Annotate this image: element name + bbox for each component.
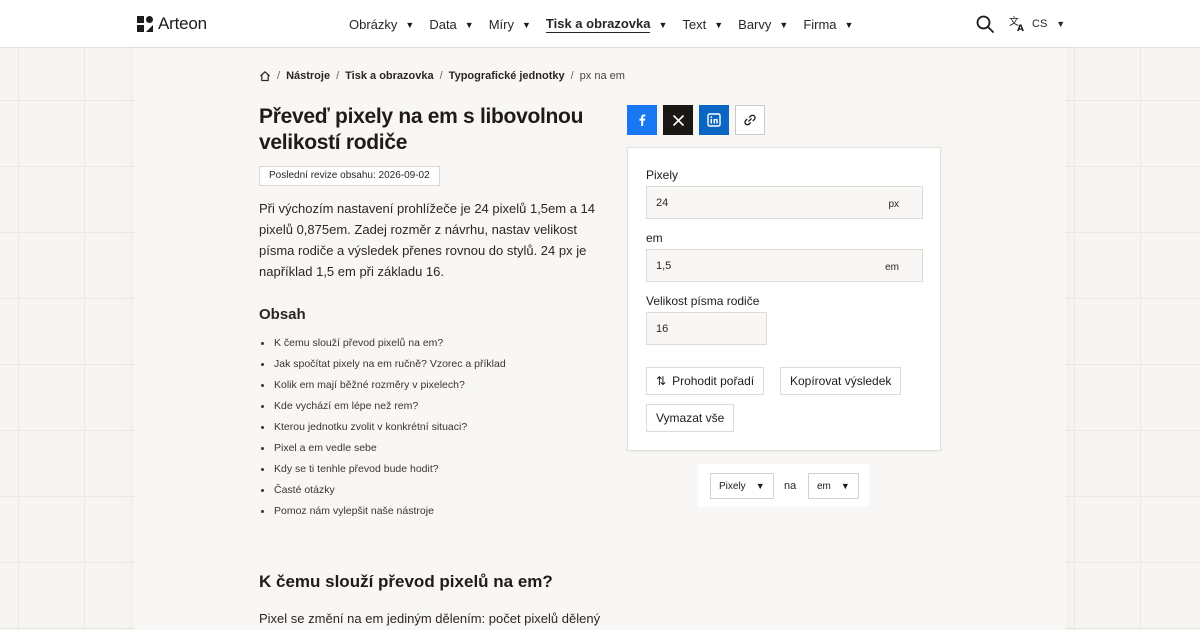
caret-down-icon: ▼ [658,19,668,30]
swap-label: Prohodit pořadí [672,374,755,388]
toc-link[interactable]: K čemu slouží převod pixelů na em? [259,333,506,354]
parent-font-size-value: 16 [656,322,669,335]
intro-paragraph: Při výchozím nastavení prohlížeče je 24 … [259,201,596,279]
link-icon [744,114,756,126]
page-title: Převeď pixely na em s libovolnou velikos… [259,105,584,154]
caret-down-icon: ▼ [522,19,531,30]
breadcrumb-link-nastroje[interactable]: Nástroje [286,70,330,82]
to-unit-value: em [817,480,831,492]
pixels-input[interactable]: 24 px [646,186,923,219]
nav-label: Data [429,17,457,32]
nav-label: Obrázky [349,17,398,32]
toc-link[interactable]: Kde vychází em lépe než rem? [259,396,506,417]
breadcrumb-current: px na em [579,70,625,82]
caret-down-icon: ▼ [405,19,415,30]
breadcrumb-separator: / [277,70,281,82]
unit-selector-word: na [784,480,797,492]
table-of-contents: K čemu slouží převod pixelů na em? Jak s… [259,333,506,522]
from-unit-value: Pixely [719,480,746,492]
caret-down-icon: ▼ [755,481,765,491]
copy-result-label: Kopírovat výsledek [790,374,892,388]
toc-link[interactable]: Časté otázky [259,480,506,501]
translate-icon: 文 A [1009,15,1024,32]
breadcrumb-separator: / [570,70,574,82]
linkedin-icon [707,113,721,127]
pixels-label: Pixely [646,168,679,182]
nav-item-barvy[interactable]: Barvy ▼ [738,17,788,32]
parent-font-size-input[interactable]: 16 [646,312,767,345]
toc-heading: Obsah [259,306,306,323]
logo-text: Arteon [158,14,207,33]
caret-down-icon: ▼ [844,19,854,30]
nav-label: Barvy [738,17,772,32]
breadcrumb-separator: / [439,70,443,82]
svg-text:A: A [1017,24,1024,32]
toc-link[interactable]: Jak spočítat pixely na em ručně? Vzorec … [259,354,506,375]
revision-badge: Poslední revize obsahu: 2026-09-02 [259,166,440,186]
share-x-button[interactable] [663,105,693,135]
toc-link[interactable]: Pixel a em vedle sebe [259,438,506,459]
em-input[interactable]: 1,5 em [646,249,923,282]
clear-all-button[interactable]: Vymazat vše [646,404,735,432]
toc-link[interactable]: Kolik em mají běžné rozměry v pixelech? [259,375,506,396]
logo-icon [137,16,153,32]
facebook-icon [639,114,646,126]
to-unit-select[interactable]: em ▼ [808,473,859,499]
nav-item-text[interactable]: Text ▼ [682,17,723,32]
logo[interactable]: Arteon [137,14,207,34]
main-nav: Obrázky ▼ Data ▼ Míry ▼ Tisk a obrazovka ▼ T… [349,16,868,33]
share-linkedin-button[interactable] [699,105,729,135]
toc-link[interactable]: Pomoz nám vylepšit naše nástroje [259,501,506,522]
breadcrumb-link-tisk-a-obrazovka[interactable]: Tisk a obrazovka [345,70,433,82]
search-icon [976,15,994,33]
search-button[interactable] [975,14,995,34]
nav-item-obrazky[interactable]: Obrázky ▼ [349,17,414,32]
caret-down-icon: ▼ [1056,18,1066,29]
copy-link-button[interactable] [735,105,765,135]
pixels-unit: px [888,199,899,210]
nav-label: Firma [803,17,837,32]
pixels-value: 24 [656,196,669,209]
nav-item-data[interactable]: Data ▼ [429,17,473,32]
top-header: Arteon Obrázky ▼ Data ▼ Míry ▼ Tisk a obraz… [0,0,1200,48]
em-unit: em [885,262,899,273]
nav-label: Tisk a obrazovka [545,16,651,33]
nav-label: Míry [488,17,514,32]
em-label: em [646,231,663,245]
language-selector[interactable]: 文 A CS ▼ [1009,15,1065,32]
nav-item-miry[interactable]: Míry ▼ [489,17,531,32]
toc-link[interactable]: Kdy se ti tenhle převod bude hodit? [259,459,506,480]
section-paragraph: Pixel se změní na em jediným dělením: po… [259,611,601,626]
section-heading: K čemu slouží převod pixelů na em? [259,572,553,591]
parent-font-size-label: Velikost písma rodiče [646,294,760,308]
nav-label: Text [682,17,707,32]
breadcrumb-separator: / [336,70,340,82]
breadcrumb: / Nástroje / Tisk a obrazovka / Typograf… [259,70,625,82]
swap-icon: ⇅ [656,374,667,388]
toc-link[interactable]: Kterou jednotku zvolit v konkrétní situa… [259,417,506,438]
caret-down-icon: ▼ [840,481,850,491]
caret-down-icon: ▼ [464,19,474,30]
caret-down-icon: ▼ [779,19,789,30]
copy-result-button[interactable]: Kopírovat výsledek [780,367,902,395]
nav-item-firma[interactable]: Firma ▼ [803,17,853,32]
nav-item-tisk-a-obrazovka[interactable]: Tisk a obrazovka ▼ [545,16,668,33]
caret-down-icon: ▼ [714,19,724,30]
x-icon [672,114,684,126]
share-facebook-button[interactable] [627,105,657,135]
breadcrumb-link-typograficke-jednotky[interactable]: Typografické jednotky [449,70,565,82]
language-code: CS [1032,17,1048,30]
swap-order-button[interactable]: ⇅ Prohodit pořadí [646,367,765,395]
em-value: 1,5 [656,259,672,272]
clear-all-label: Vymazat vše [656,411,725,425]
home-icon[interactable] [259,70,271,82]
from-unit-select[interactable]: Pixely ▼ [710,473,774,499]
